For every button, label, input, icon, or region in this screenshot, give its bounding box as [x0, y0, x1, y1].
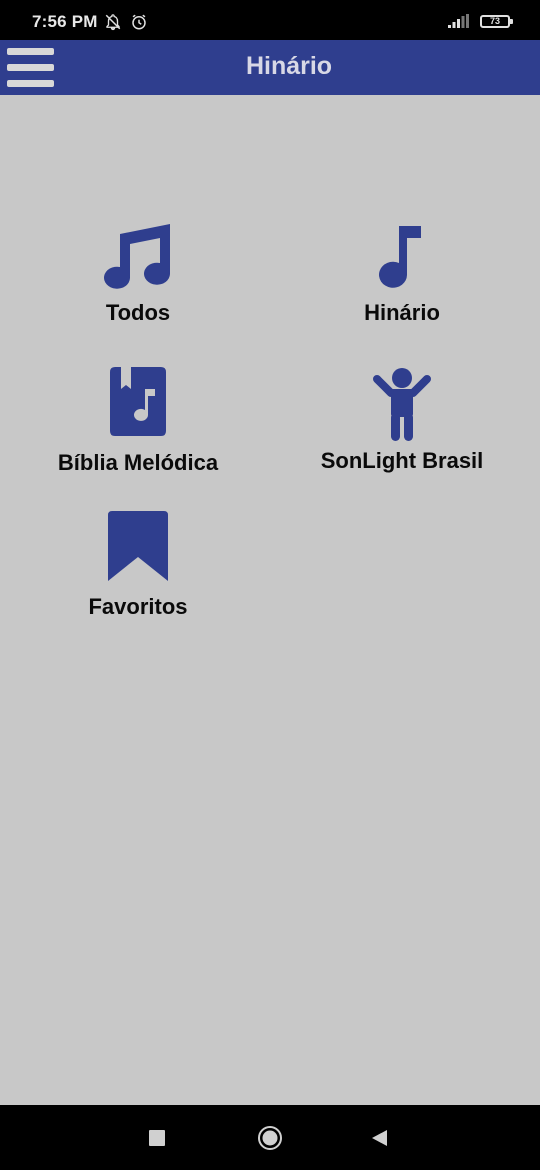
back-icon[interactable]: [370, 1128, 390, 1148]
menu-item-todos[interactable]: Todos: [38, 222, 238, 326]
music-book-icon: [110, 367, 166, 436]
child-icon: [373, 368, 431, 441]
status-right-icons: 73: [448, 14, 513, 28]
menu-item-sonlight-brasil[interactable]: SonLight Brasil: [302, 367, 502, 474]
battery-level: 73: [489, 15, 500, 26]
notifications-off-icon: [105, 14, 121, 31]
music-note-icon: [379, 226, 421, 288]
page-title: Hinário: [245, 52, 333, 80]
menu-item-label: SonLight Brasil: [320, 448, 484, 473]
navigation-bar: [0, 1105, 540, 1170]
status-left-icons: [104, 13, 148, 31]
music-notes-icon: [104, 224, 170, 289]
bookmark-icon: [108, 511, 168, 581]
battery-icon: 73: [480, 14, 513, 28]
status-bar: 7:56 PM 73: [0, 0, 540, 40]
menu-item-label: Favoritos: [88, 594, 188, 619]
app-bar: Hinário: [0, 40, 540, 95]
home-icon[interactable]: [257, 1125, 283, 1151]
menu-item-label: Bíblia Melódica: [57, 450, 219, 475]
menu-item-label: Hinário: [364, 300, 440, 325]
menu-item-hinario[interactable]: Hinário: [302, 222, 502, 326]
menu-item-label: Todos: [105, 300, 171, 325]
alarm-icon: [132, 14, 146, 30]
status-time: 7:56 PM: [32, 12, 98, 31]
signal-icon: [448, 14, 469, 28]
menu-item-favoritos[interactable]: Favoritos: [38, 511, 238, 620]
recent-apps-icon[interactable]: [149, 1130, 165, 1146]
menu-item-biblia-melodica[interactable]: Bíblia Melódica: [38, 367, 238, 476]
